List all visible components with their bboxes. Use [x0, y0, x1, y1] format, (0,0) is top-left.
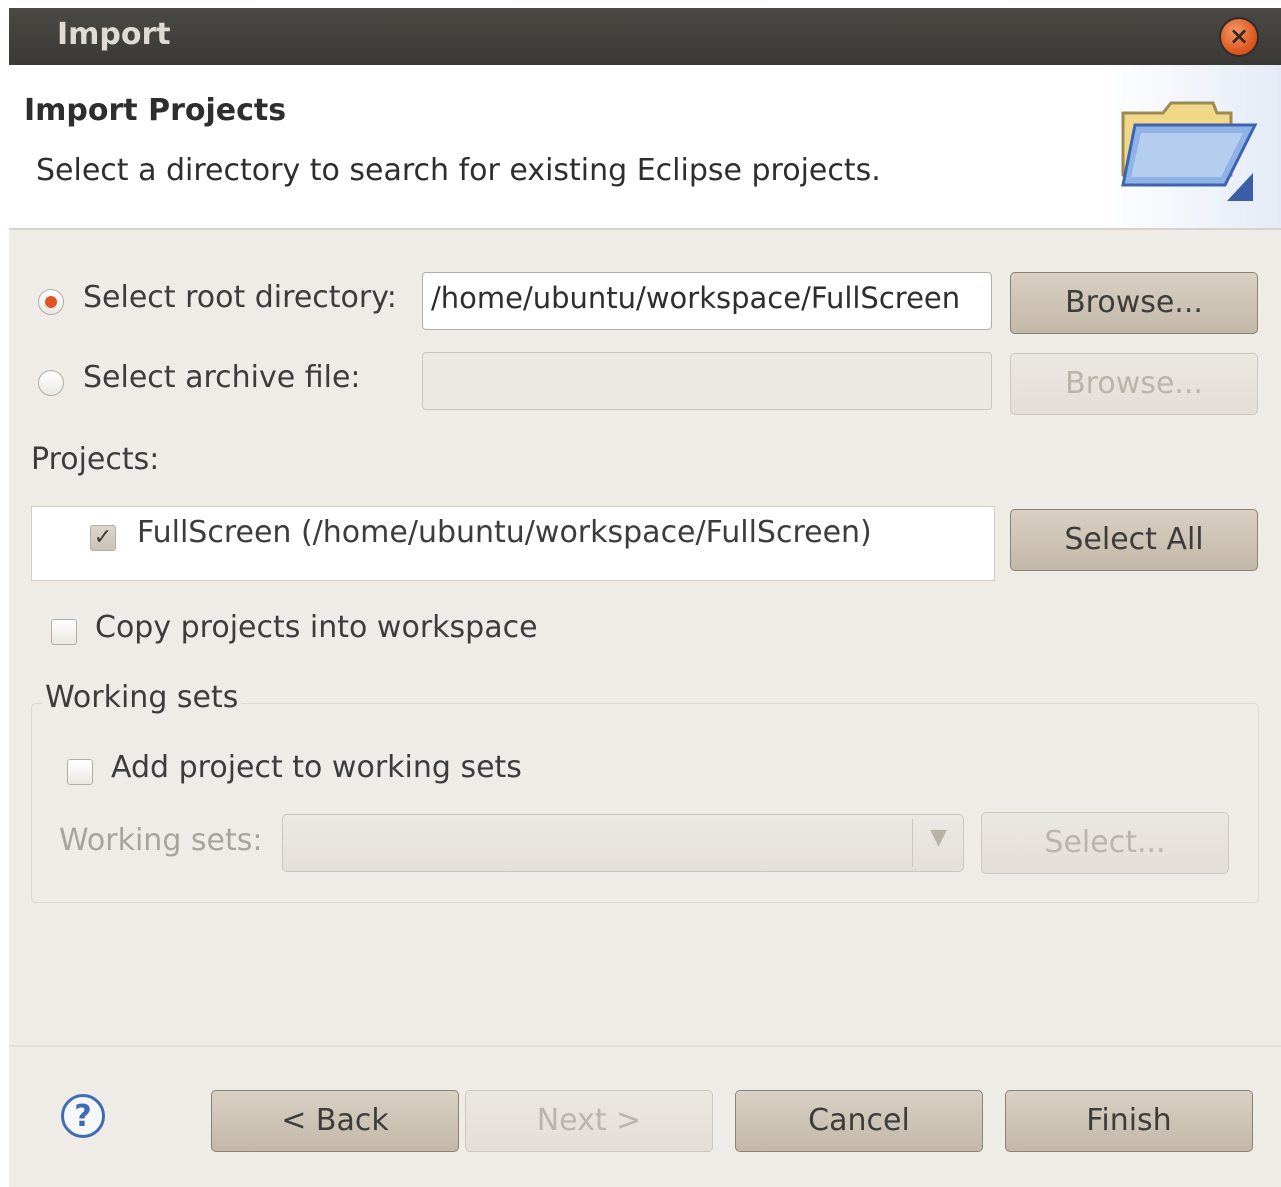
working-sets-field-label: Working sets:: [59, 823, 263, 858]
footer-separator: [9, 1045, 1281, 1047]
close-icon[interactable]: ×: [1221, 19, 1257, 55]
select-all-button[interactable]: Select All: [1010, 509, 1258, 571]
copy-projects-checkbox[interactable]: [51, 619, 77, 645]
working-sets-combo[interactable]: ▼: [282, 814, 964, 872]
working-sets-group-label: Working sets: [42, 680, 242, 715]
import-dialog: Import × Import Projects Select a direct…: [9, 8, 1281, 1187]
copy-projects-label[interactable]: Copy projects into workspace: [95, 610, 538, 645]
browse-directory-button[interactable]: Browse...: [1010, 272, 1258, 334]
root-directory-label[interactable]: Select root directory:: [83, 280, 397, 315]
browse-archive-button[interactable]: Browse...: [1010, 353, 1258, 415]
window-title: Import: [57, 17, 171, 52]
help-icon[interactable]: ?: [61, 1094, 105, 1138]
project-item-label[interactable]: FullScreen (/home/ubuntu/workspace/FullS…: [137, 515, 872, 550]
page-description: Select a directory to search for existin…: [36, 153, 881, 188]
archive-file-label[interactable]: Select archive file:: [83, 360, 361, 395]
wizard-header: Import Projects Select a directory to se…: [9, 65, 1281, 230]
finish-button[interactable]: Finish: [1005, 1090, 1253, 1152]
chevron-down-icon[interactable]: ▼: [930, 825, 947, 850]
folder-open-icon: [1121, 101, 1258, 201]
archive-file-radio[interactable]: [38, 370, 64, 396]
title-bar[interactable]: Import ×: [9, 8, 1281, 65]
add-to-working-sets-label[interactable]: Add project to working sets: [111, 750, 522, 785]
projects-list[interactable]: ✓ FullScreen (/home/ubuntu/workspace/Ful…: [31, 506, 995, 581]
root-directory-input[interactable]: /home/ubuntu/workspace/FullScreen: [422, 272, 992, 330]
add-to-working-sets-checkbox[interactable]: [67, 759, 93, 785]
select-working-sets-button[interactable]: Select...: [981, 812, 1229, 874]
projects-label: Projects:: [31, 442, 160, 477]
next-button[interactable]: Next >: [465, 1090, 713, 1152]
back-button[interactable]: < Back: [211, 1090, 459, 1152]
root-directory-radio[interactable]: [38, 289, 64, 315]
archive-file-input[interactable]: [422, 352, 992, 410]
project-checkbox[interactable]: ✓: [90, 525, 116, 551]
page-title: Import Projects: [24, 93, 287, 128]
cancel-button[interactable]: Cancel: [735, 1090, 983, 1152]
combo-separator: [912, 819, 913, 867]
